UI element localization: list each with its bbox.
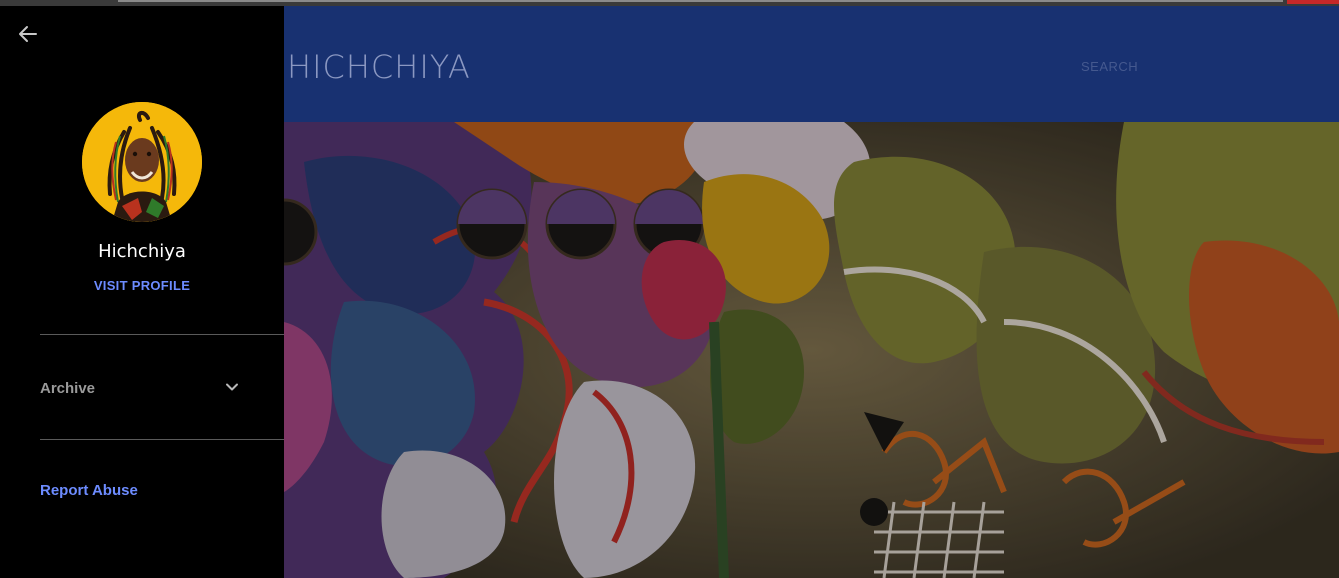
hero-image: [284, 122, 1339, 578]
top-edge-accent: [1287, 0, 1339, 4]
browser-top-edge: [0, 0, 1339, 6]
report-abuse-link[interactable]: Report Abuse: [40, 482, 138, 499]
arrow-left-icon[interactable]: [14, 20, 44, 48]
blog-title[interactable]: HICHCHIYA: [287, 48, 471, 86]
graffiti-artwork: [284, 122, 1339, 578]
blog-header: HICHCHIYA SEARCH: [284, 6, 1339, 122]
archive-label: Archive: [40, 380, 96, 397]
divider: [40, 334, 284, 335]
divider: [40, 439, 284, 440]
chevron-down-icon[interactable]: [224, 379, 240, 395]
top-edge-strip: [118, 0, 1283, 2]
profile-name: Hichchiya: [98, 241, 186, 262]
visit-profile-link[interactable]: VISIT PROFILE: [0, 278, 284, 293]
archive-toggle[interactable]: Archive: [40, 372, 244, 404]
avatar[interactable]: [82, 102, 202, 222]
search-button[interactable]: SEARCH: [1081, 59, 1138, 74]
nav-drawer: Hichchiya VISIT PROFILE Archive Report A…: [0, 0, 284, 578]
